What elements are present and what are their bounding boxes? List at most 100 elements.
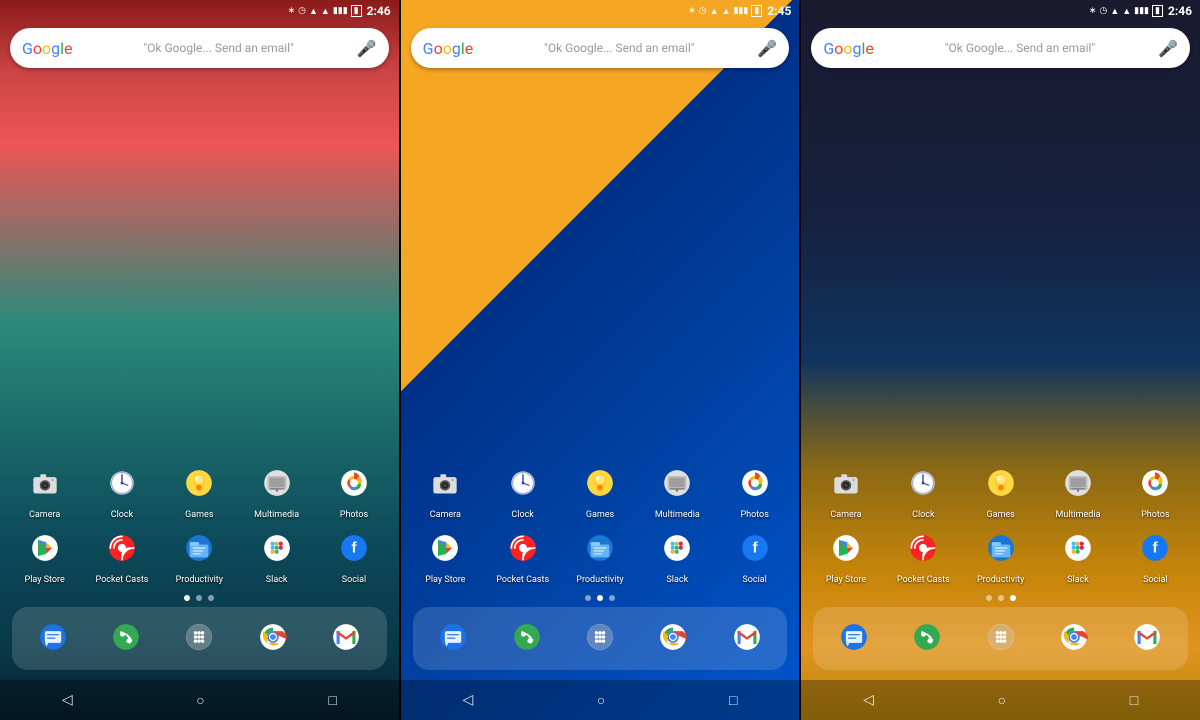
app-photos[interactable]: Photos <box>1124 459 1186 520</box>
app-pocketcasts[interactable]: Pocket Casts <box>892 524 954 585</box>
battery-icon: ▮ <box>1152 5 1163 17</box>
app-row-2: Play Store Pocket Casts Productivity <box>407 524 794 585</box>
page-dot-2[interactable] <box>1010 595 1016 601</box>
clock-icon <box>499 459 547 507</box>
playstore-icon <box>21 524 69 572</box>
app-photos[interactable]: Photos <box>724 459 786 520</box>
playstore-icon <box>421 524 469 572</box>
app-slack[interactable]: Slack <box>246 524 308 585</box>
pocketcasts-icon <box>499 524 547 572</box>
app-social[interactable]: f Social <box>323 524 385 585</box>
dock-app-dialer[interactable] <box>973 613 1029 664</box>
google-search-bar[interactable]: Google "Ok Google... Send an email" 🎤 <box>811 28 1190 68</box>
app-productivity[interactable]: Productivity <box>970 524 1032 585</box>
app-productivity[interactable]: Productivity <box>168 524 230 585</box>
page-dots <box>407 589 794 607</box>
location-icon: ▲ <box>710 6 719 17</box>
dock-app-messages[interactable] <box>25 613 81 664</box>
home-button[interactable]: ○ <box>982 684 1022 717</box>
app-multimedia[interactable]: Multimedia <box>646 459 708 520</box>
slack-icon <box>1054 524 1102 572</box>
page-dot-0[interactable] <box>184 595 190 601</box>
app-multimedia[interactable]: Multimedia <box>246 459 308 520</box>
dock-app-phone[interactable] <box>899 613 955 664</box>
status-icons: ∗ ◷ ▲ ▲ ▮▮▮ ▮ 2:46 <box>288 4 391 18</box>
status-icons: ∗ ◷ ▲ ▲ ▮▮▮ ▮ 2:46 <box>1089 4 1192 18</box>
app-games[interactable]: Games <box>168 459 230 520</box>
back-button[interactable]: ◁ <box>847 684 890 716</box>
dock-app-chrome[interactable] <box>245 613 301 664</box>
phone-screen-phone-1: ∗ ◷ ▲ ▲ ▮▮▮ ▮ 2:46 Google "Ok Google... … <box>0 0 401 720</box>
app-row-2: Play Store Pocket Casts Productivity <box>807 524 1194 585</box>
app-pocketcasts[interactable]: Pocket Casts <box>492 524 554 585</box>
app-productivity[interactable]: Productivity <box>569 524 631 585</box>
google-search-bar[interactable]: Google "Ok Google... Send an email" 🎤 <box>10 28 389 68</box>
dock-app-gmail[interactable] <box>719 613 775 664</box>
page-dot-1[interactable] <box>998 595 1004 601</box>
app-label-slack: Slack <box>266 575 288 585</box>
page-dot-1[interactable] <box>597 595 603 601</box>
app-pocketcasts[interactable]: Pocket Casts <box>91 524 153 585</box>
dialer-dock-icon <box>576 613 624 661</box>
dock-app-messages[interactable] <box>425 613 481 664</box>
app-playstore[interactable]: Play Store <box>14 524 76 585</box>
page-dot-2[interactable] <box>208 595 214 601</box>
page-dot-1[interactable] <box>196 595 202 601</box>
dock-app-messages[interactable] <box>826 613 882 664</box>
mic-icon[interactable]: 🎤 <box>757 39 777 58</box>
google-search-bar[interactable]: Google "Ok Google... Send an email" 🎤 <box>411 28 790 68</box>
wifi-icon: ▲ <box>1122 6 1131 17</box>
page-dot-2[interactable] <box>609 595 615 601</box>
app-label-camera: Camera <box>430 510 461 520</box>
status-time: 2:46 <box>367 4 391 18</box>
camera-icon <box>21 459 69 507</box>
app-photos[interactable]: Photos <box>323 459 385 520</box>
app-camera[interactable]: Camera <box>414 459 476 520</box>
dock-app-gmail[interactable] <box>318 613 374 664</box>
dock-app-gmail[interactable] <box>1119 613 1175 664</box>
app-games[interactable]: Games <box>970 459 1032 520</box>
app-clock[interactable]: Clock <box>892 459 954 520</box>
dock-app-chrome[interactable] <box>1046 613 1102 664</box>
dock-app-phone[interactable] <box>98 613 154 664</box>
app-multimedia[interactable]: Multimedia <box>1047 459 1109 520</box>
app-clock[interactable]: Clock <box>91 459 153 520</box>
page-dot-0[interactable] <box>986 595 992 601</box>
dock-app-dialer[interactable] <box>171 613 227 664</box>
location-icon: ▲ <box>309 6 318 17</box>
app-social[interactable]: f Social <box>724 524 786 585</box>
recents-button[interactable]: □ <box>1114 684 1154 717</box>
back-button[interactable]: ◁ <box>446 684 489 716</box>
app-camera[interactable]: Camera <box>815 459 877 520</box>
app-social[interactable]: f Social <box>1124 524 1186 585</box>
pocketcasts-icon <box>98 524 146 572</box>
app-label-multimedia: Multimedia <box>1056 510 1101 520</box>
nav-bar: ◁ ○ □ <box>401 680 800 720</box>
home-button[interactable]: ○ <box>180 684 220 717</box>
dock-app-dialer[interactable] <box>572 613 628 664</box>
app-clock[interactable]: Clock <box>492 459 554 520</box>
alarm-icon: ◷ <box>1099 6 1107 16</box>
app-camera[interactable]: Camera <box>14 459 76 520</box>
app-playstore[interactable]: Play Store <box>815 524 877 585</box>
app-playstore[interactable]: Play Store <box>414 524 476 585</box>
dock <box>413 607 788 670</box>
back-button[interactable]: ◁ <box>46 684 89 716</box>
page-dot-0[interactable] <box>585 595 591 601</box>
home-button[interactable]: ○ <box>581 684 621 717</box>
app-games[interactable]: Games <box>569 459 631 520</box>
app-grid-area: Camera Clock Games <box>0 74 399 680</box>
chrome-dock-icon <box>1050 613 1098 661</box>
nav-bar: ◁ ○ □ <box>801 680 1200 720</box>
app-label-slack: Slack <box>1067 575 1089 585</box>
app-label-clock: Clock <box>912 510 934 520</box>
google-logo: Google <box>22 39 73 58</box>
app-slack[interactable]: Slack <box>1047 524 1109 585</box>
recents-button[interactable]: □ <box>312 684 352 717</box>
recents-button[interactable]: □ <box>713 684 753 717</box>
app-slack[interactable]: Slack <box>646 524 708 585</box>
dock-app-chrome[interactable] <box>645 613 701 664</box>
dock-app-phone[interactable] <box>499 613 555 664</box>
mic-icon[interactable]: 🎤 <box>357 39 377 58</box>
mic-icon[interactable]: 🎤 <box>1158 39 1178 58</box>
